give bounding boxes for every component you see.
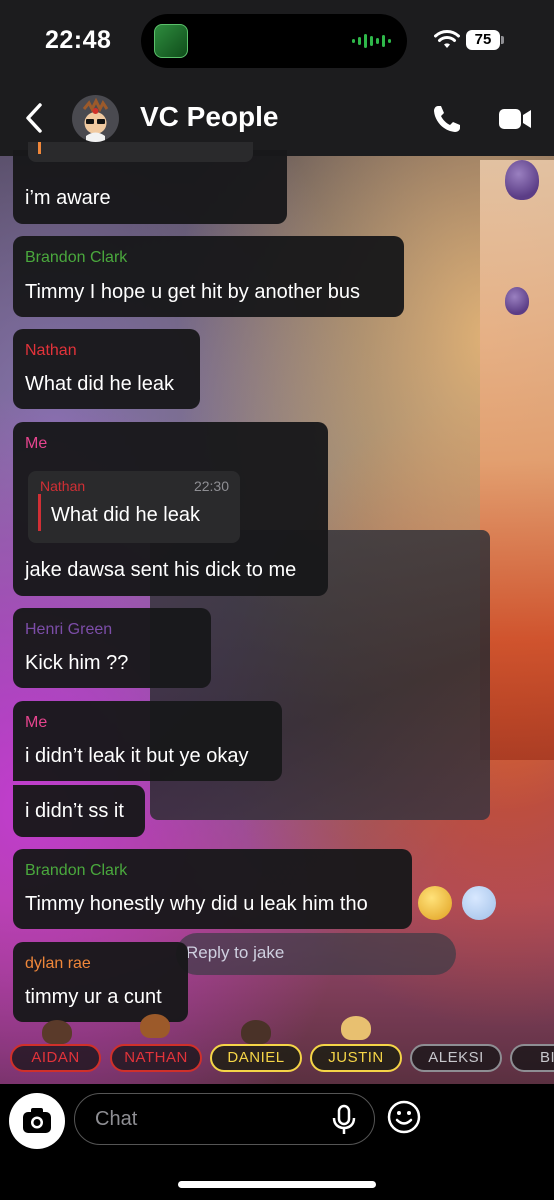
message-text: Timmy honestly why did u leak him tho [25, 893, 368, 915]
chat-input-field[interactable] [74, 1093, 375, 1145]
quoted-message[interactable]: Nathan 22:30 What did he leak [28, 471, 240, 543]
quoted-sender: Nathan [40, 478, 86, 494]
message-text: Timmy I hope u get hit by another bus [25, 281, 360, 303]
message-text: What did he leak [25, 373, 174, 395]
back-chevron-icon[interactable] [20, 100, 50, 136]
quote-bar [38, 494, 41, 531]
message-text: i didn’t leak it but ye okay [25, 745, 249, 767]
quoted-text: What did he leak [51, 504, 200, 526]
video-camera-icon[interactable] [497, 105, 533, 133]
audio-waveform-icon [352, 32, 391, 50]
balloon-decoration [505, 287, 529, 315]
chat-message[interactable]: i didn’t ss it [13, 785, 145, 837]
chat-title[interactable]: VC People [140, 101, 278, 133]
status-bar: 22:48 75 [0, 0, 554, 80]
battery-icon: 75 [466, 30, 504, 50]
presence-pill-aidan[interactable]: AIDAN [10, 1044, 101, 1072]
bitmoji-avatar [341, 1016, 371, 1040]
home-indicator[interactable] [178, 1181, 376, 1188]
presence-pill-daniel[interactable]: DANIEL [210, 1044, 302, 1072]
message-sender: Me [25, 435, 48, 452]
chat-message[interactable]: Me Nathan 22:30 What did he leak jake da… [13, 422, 328, 596]
balloon-decoration [505, 160, 539, 200]
wifi-icon [434, 30, 460, 48]
presence-pill-nathan[interactable]: NATHAN [110, 1044, 202, 1072]
background-reply-field: Reply to jake [176, 933, 456, 975]
bitmoji-avatar [42, 1020, 72, 1044]
message-sender: Nathan [25, 342, 77, 359]
chat-message[interactable]: Me i didn’t leak it but ye okay [13, 701, 282, 781]
phone-icon[interactable] [431, 103, 463, 135]
camera-button[interactable] [9, 1093, 65, 1149]
presence-pill-aleksi[interactable]: ALEKSI [410, 1044, 502, 1072]
message-sender: Henri Green [25, 621, 113, 638]
bitmoji-avatar [140, 1014, 170, 1038]
chat-message[interactable]: dylan rae timmy ur a cunt [13, 942, 188, 1022]
bitmoji-avatar [241, 1020, 271, 1044]
presence-bar: AIDAN NATHAN DANIEL JUSTIN ALEKSI BI [0, 1014, 554, 1076]
message-sender: dylan rae [25, 955, 91, 972]
emoji-icon[interactable] [386, 1099, 422, 1135]
presence-pill-partial[interactable]: BI [510, 1044, 554, 1072]
background-emoji [462, 886, 496, 920]
dynamic-island[interactable] [141, 14, 407, 68]
message-text: Kick him ?? [25, 652, 129, 674]
camera-icon [23, 1108, 51, 1133]
battery-level: 75 [466, 30, 500, 50]
message-text: i didn’t ss it [25, 800, 124, 822]
status-time: 22:48 [45, 26, 112, 54]
chat-input-bar [0, 1084, 554, 1200]
message-text: jake dawsa sent his dick to me [25, 559, 297, 581]
chat-input[interactable] [95, 1104, 325, 1134]
message-sender: Me [25, 714, 48, 731]
background-screen [480, 160, 554, 760]
quoted-message-partial [28, 142, 253, 162]
chat-message[interactable]: Brandon Clark Timmy I hope u get hit by … [13, 236, 404, 317]
chat-message[interactable]: Henri Green Kick him ?? [13, 608, 211, 688]
message-sender: Brandon Clark [25, 862, 128, 879]
presence-pill-justin[interactable]: JUSTIN [310, 1044, 402, 1072]
microphone-icon[interactable] [331, 1104, 357, 1136]
chat-message[interactable]: Nathan What did he leak [13, 329, 200, 409]
quoted-time: 22:30 [193, 478, 229, 494]
message-sender: Brandon Clark [25, 249, 128, 266]
chat-message[interactable]: i’m aware [13, 142, 287, 224]
chat-message[interactable]: Brandon Clark Timmy honestly why did u l… [13, 849, 412, 929]
message-text: timmy ur a cunt [25, 986, 162, 1008]
background-emoji [418, 886, 452, 920]
now-playing-artwork [154, 24, 188, 58]
background-reply-text: Reply to jake [186, 943, 285, 962]
group-avatar[interactable] [72, 95, 119, 142]
message-text: i’m aware [25, 187, 111, 209]
